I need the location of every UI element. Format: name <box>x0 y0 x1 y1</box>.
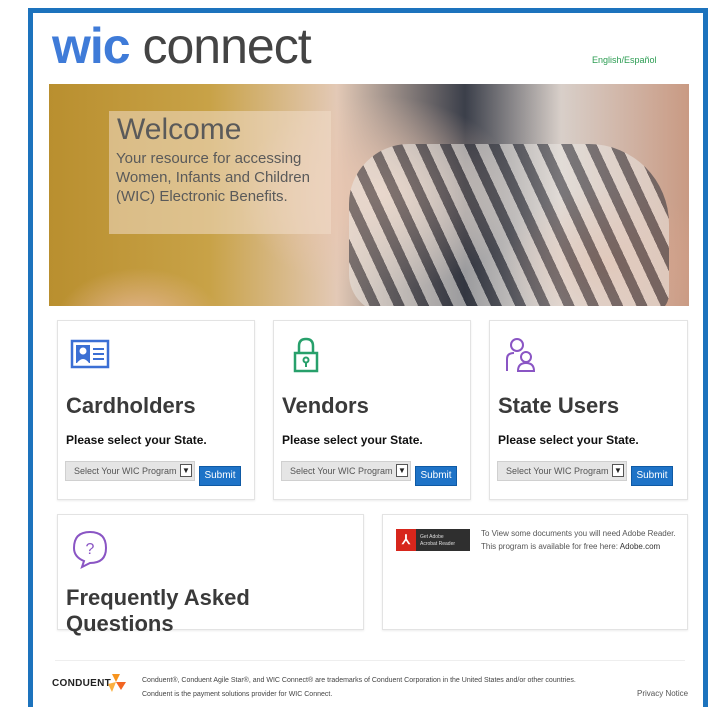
cardholders-card: Cardholders Please select your State. Se… <box>57 320 255 500</box>
vendors-title: Vendors <box>282 393 369 418</box>
id-card-icon <box>70 339 110 369</box>
adobe-pdf-icon: ⅄ <box>396 529 416 551</box>
cardholders-title: Cardholders <box>66 393 196 418</box>
hero-banner: Welcome Your resource for accessing Wome… <box>49 84 689 306</box>
svg-text:?: ? <box>86 541 95 558</box>
adobe-badge-line1: Get Adobe <box>420 534 444 540</box>
logo-wic: wic <box>52 18 131 74</box>
logo-connect: connect <box>142 18 312 74</box>
footer-legal-text: Conduent®, Conduent Agile Star®, and WIC… <box>142 674 622 702</box>
cardholders-submit-button[interactable]: Submit <box>199 466 241 486</box>
state-users-card: State Users Please select your State. Se… <box>489 320 688 500</box>
faq-card[interactable]: ? Frequently Asked Questions <box>57 514 364 636</box>
conduent-logo-icon <box>108 674 126 692</box>
faq-title: Frequently Asked Questions <box>66 585 250 636</box>
footer-divider <box>55 660 685 661</box>
welcome-text: Your resource for accessing Women, Infan… <box>116 150 310 205</box>
welcome-panel: Welcome Your resource for accessing Wome… <box>109 111 331 234</box>
vendors-submit-button[interactable]: Submit <box>415 466 457 486</box>
vendors-program-select[interactable]: Select Your WIC Program ▼ <box>281 461 411 481</box>
language-toggle-link[interactable]: English/Español <box>592 55 657 65</box>
welcome-title: Welcome <box>117 113 242 146</box>
state-users-state-prompt: Please select your State. <box>498 433 639 447</box>
state-users-title: State Users <box>498 393 620 418</box>
hero-image-baby <box>349 144 669 306</box>
adobe-info-text: To View some documents you will need Ado… <box>481 527 681 553</box>
chevron-down-icon: ▼ <box>396 464 408 477</box>
privacy-notice-link[interactable]: Privacy Notice <box>637 689 688 698</box>
footer-provider-line: Conduent is the payment solutions provid… <box>142 691 333 698</box>
lock-icon <box>293 337 319 373</box>
cardholders-state-prompt: Please select your State. <box>66 433 207 447</box>
wic-connect-logo[interactable]: wic connect <box>52 16 312 76</box>
footer-trademark-line: Conduent®, Conduent Agile Star®, and WIC… <box>142 677 576 684</box>
cardholders-program-select[interactable]: Select Your WIC Program ▼ <box>65 461 195 481</box>
state-users-program-select[interactable]: Select Your WIC Program ▼ <box>497 461 627 481</box>
conduent-logo-text: CONDUENT <box>52 678 112 689</box>
vendors-state-prompt: Please select your State. <box>282 433 423 447</box>
get-adobe-reader-badge[interactable]: ⅄ Get Adobe Acrobat Reader <box>396 529 470 551</box>
adobe-reader-card: ⅄ Get Adobe Acrobat Reader To View some … <box>382 514 688 630</box>
adobe-link[interactable]: Adobe.com <box>620 542 660 551</box>
adobe-badge-line2: Acrobat Reader <box>420 541 456 547</box>
select-value: Select Your WIC Program <box>74 466 177 476</box>
vendors-card: Vendors Please select your State. Select… <box>273 320 471 500</box>
users-icon <box>506 338 536 372</box>
chevron-down-icon: ▼ <box>612 464 624 477</box>
select-value: Select Your WIC Program <box>506 466 609 476</box>
state-users-submit-button[interactable]: Submit <box>631 466 673 486</box>
select-value: Select Your WIC Program <box>290 466 393 476</box>
question-bubble-icon: ? <box>72 530 108 569</box>
chevron-down-icon: ▼ <box>180 464 192 477</box>
